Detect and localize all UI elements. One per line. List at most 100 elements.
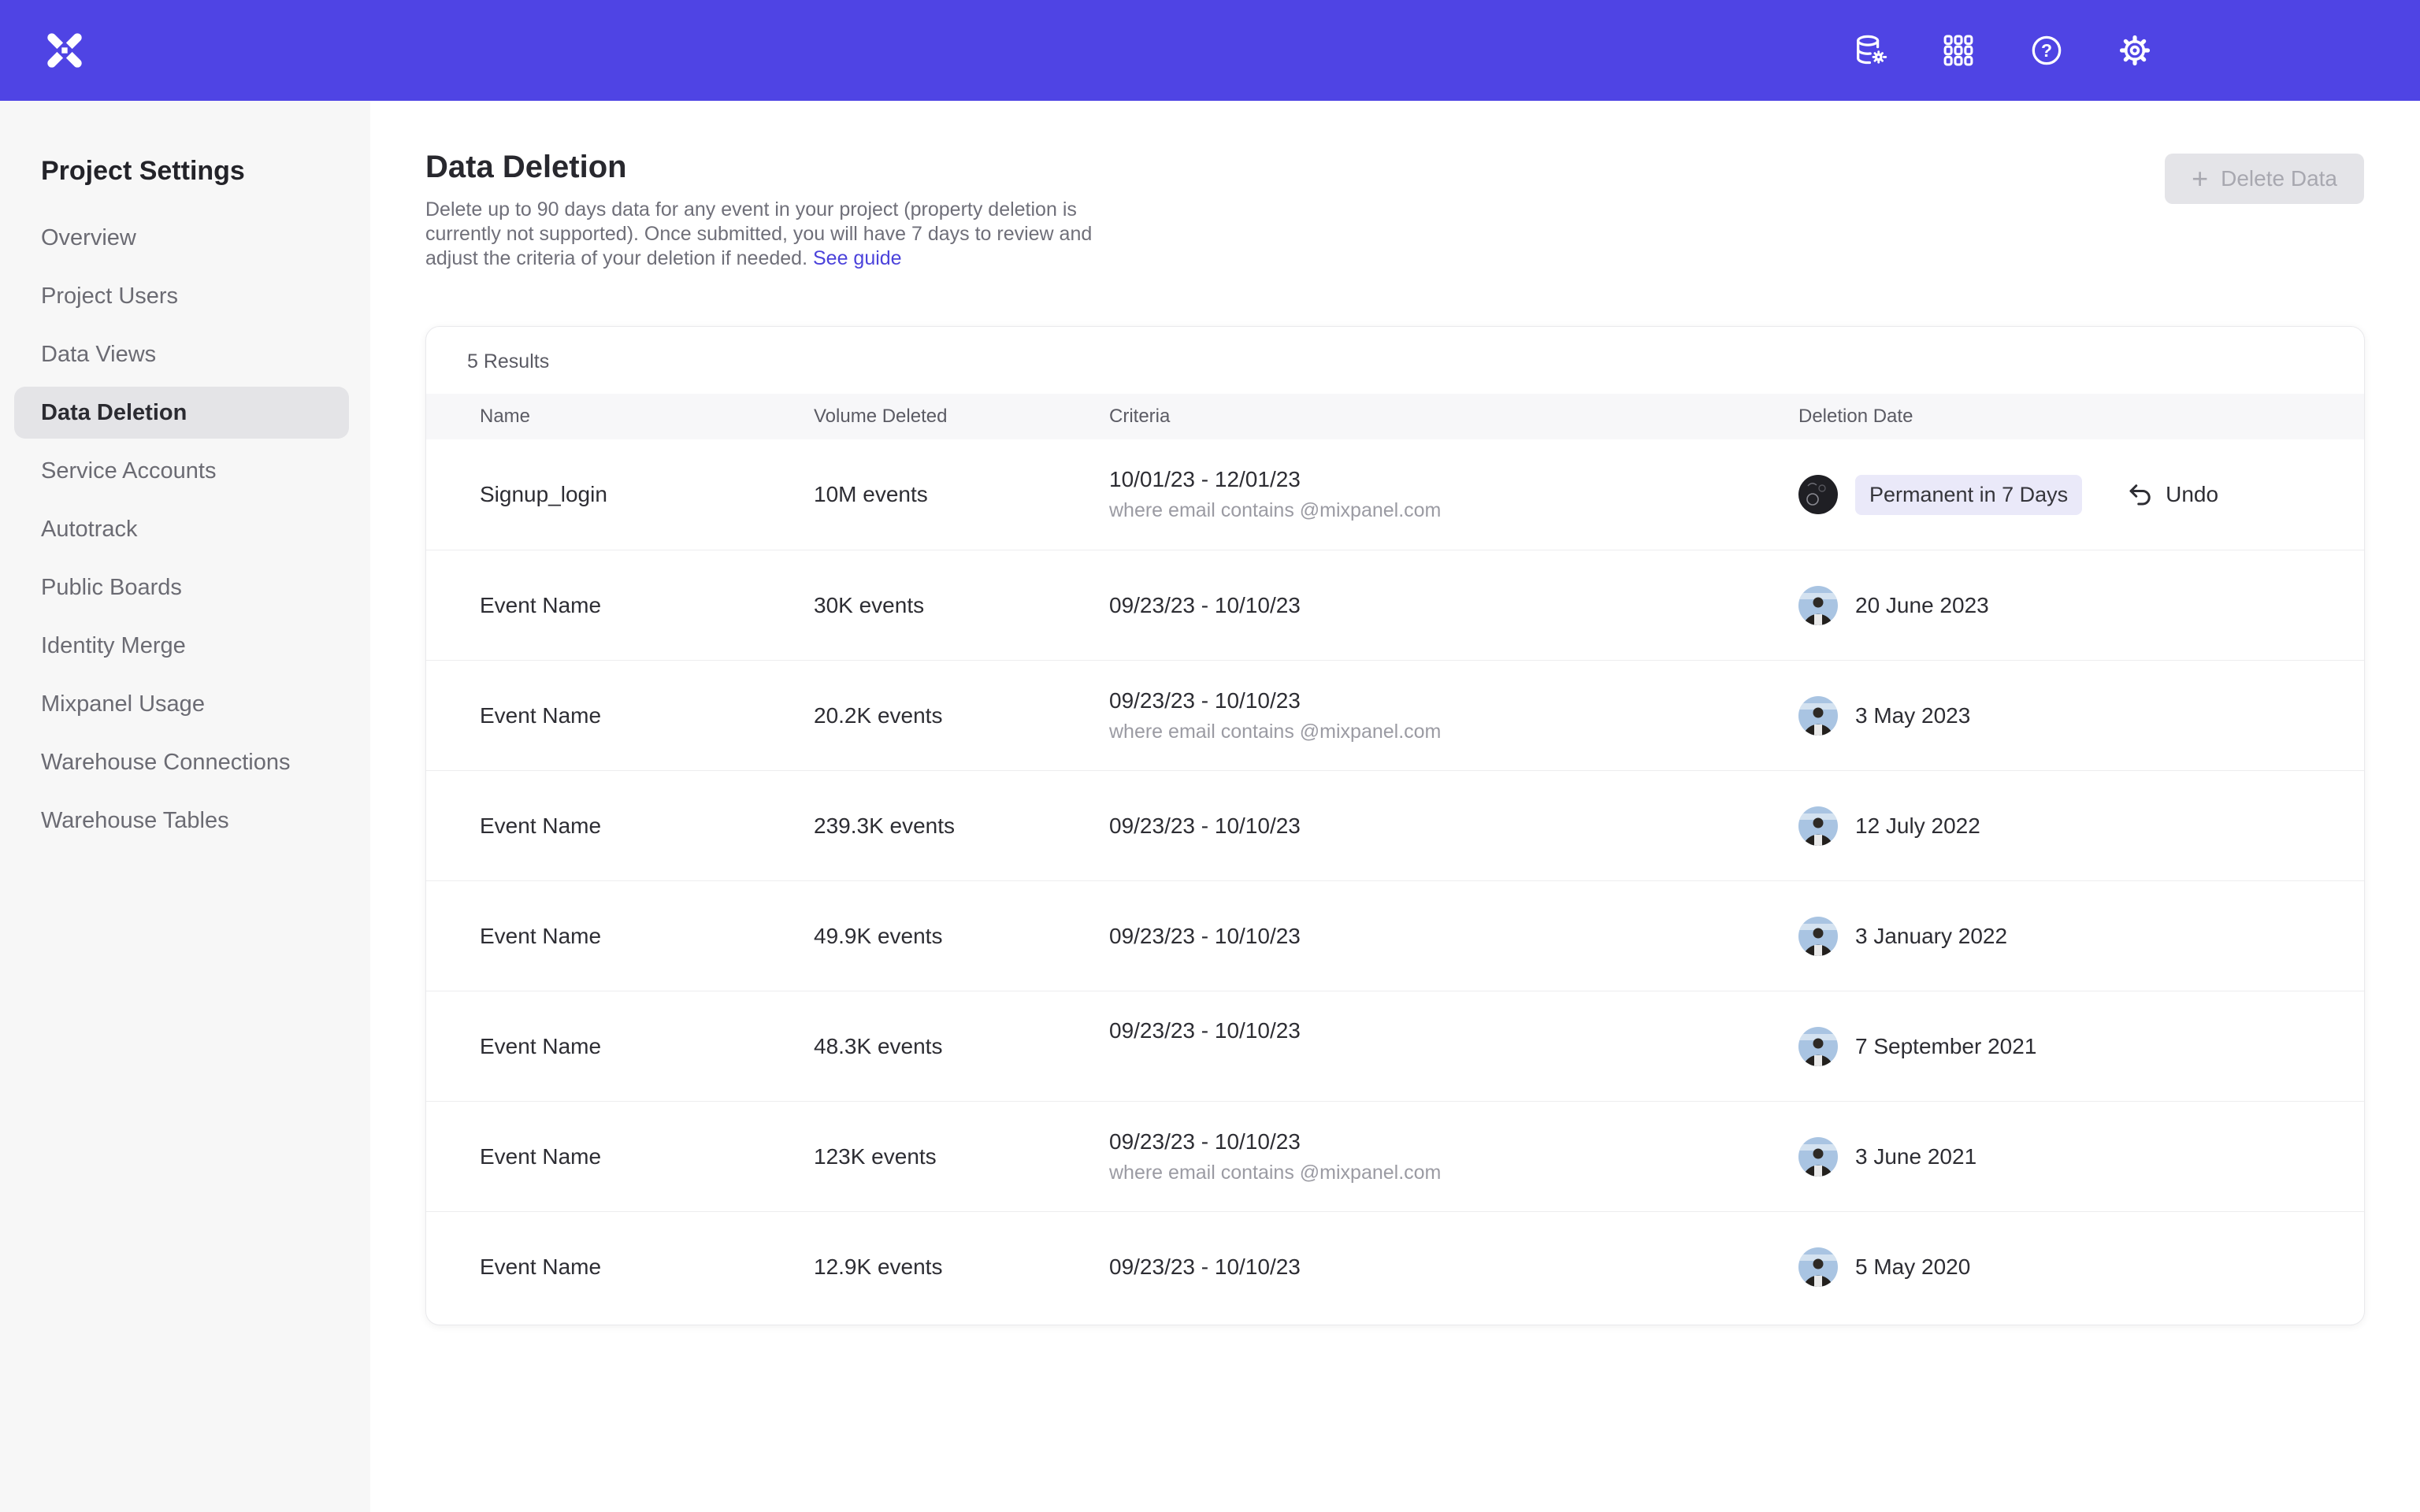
row-criteria-cell: 09/23/23 - 10/10/23 (1109, 813, 1798, 839)
sidebar-nav: Overview Project Users Data Views Data D… (0, 212, 370, 847)
row-criteria-range: 10/01/23 - 12/01/23 (1109, 467, 1798, 492)
row-volume-deleted: 123K events (814, 1144, 1109, 1169)
sidebar-item-data-deletion[interactable]: Data Deletion (14, 387, 349, 439)
deletion-date-text: 12 July 2022 (1855, 813, 1980, 839)
person-photo-avatar (1798, 806, 1838, 846)
row-deletion-date-cell: 3 January 2022 (1798, 917, 2364, 956)
table-header-row: Name Volume Deleted Criteria Deletion Da… (426, 394, 2364, 439)
deletion-date-text: 7 September 2021 (1855, 1034, 2036, 1059)
sidebar: Project Settings Overview Project Users … (0, 101, 370, 1512)
row-criteria-range: 09/23/23 - 10/10/23 (1109, 688, 1798, 713)
row-deletion-date-cell: 5 May 2020 (1798, 1247, 2364, 1287)
row-criteria-range: 09/23/23 - 10/10/23 (1109, 1254, 1798, 1280)
column-header-criteria: Criteria (1109, 406, 1798, 428)
user-avatar (1798, 1137, 1838, 1177)
row-volume-deleted: 20.2K events (814, 703, 1109, 728)
dark-profile-avatar (1798, 475, 1838, 514)
sidebar-item-autotrack[interactable]: Autotrack (14, 503, 349, 555)
row-criteria-cell: 09/23/23 - 10/10/23 where email contains… (1109, 688, 1798, 743)
sidebar-item-mixpanel-usage[interactable]: Mixpanel Usage (14, 678, 349, 730)
row-criteria-range: 09/23/23 - 10/10/23 (1109, 813, 1798, 839)
settings-gear-icon[interactable] (2117, 32, 2153, 69)
row-deletion-date-cell: 3 May 2023 (1798, 696, 2364, 736)
status-badge: Permanent in 7 Days (1855, 475, 2082, 515)
row-criteria-filter: where email contains @mixpanel.com (1109, 721, 1798, 743)
sidebar-item-project-users[interactable]: Project Users (14, 270, 349, 322)
help-icon[interactable]: ? (2028, 32, 2065, 69)
row-criteria-range: 09/23/23 - 10/10/23 (1109, 1018, 1798, 1043)
user-avatar (1798, 696, 1838, 736)
table-row: Event Name 20.2K events 09/23/23 - 10/10… (426, 660, 2364, 770)
data-management-icon[interactable] (1852, 32, 1888, 69)
sidebar-item-service-accounts[interactable]: Service Accounts (14, 445, 349, 497)
sidebar-item-data-views[interactable]: Data Views (14, 328, 349, 380)
row-deletion-date-cell: Permanent in 7 Days Undo (1798, 475, 2364, 515)
row-volume-deleted: 48.3K events (814, 1034, 1109, 1059)
row-event-name: Event Name (426, 1144, 814, 1169)
user-avatar (1798, 475, 1838, 514)
row-criteria-cell: 09/23/23 - 10/10/23 (1109, 593, 1798, 618)
row-deletion-date-cell: 20 June 2023 (1798, 586, 2364, 625)
delete-data-button[interactable]: + Delete Data (2165, 154, 2364, 204)
user-avatar (1798, 1027, 1838, 1066)
undo-label: Undo (2166, 482, 2218, 507)
sidebar-item-overview[interactable]: Overview (14, 212, 349, 264)
sidebar-item-warehouse-connections[interactable]: Warehouse Connections (14, 736, 349, 788)
row-event-name: Event Name (426, 1254, 814, 1280)
deletion-table-card: 5 Results Name Volume Deleted Criteria D… (425, 326, 2365, 1325)
person-photo-avatar (1798, 696, 1838, 736)
person-photo-avatar (1798, 1027, 1838, 1066)
user-avatar (1798, 806, 1838, 846)
see-guide-link[interactable]: See guide (813, 247, 902, 269)
page-description: Delete up to 90 days data for any event … (425, 198, 1134, 271)
row-criteria-cell: 09/23/23 - 10/10/23 where email contains… (1109, 1129, 1798, 1184)
row-event-name: Event Name (426, 703, 814, 728)
row-criteria-range: 09/23/23 - 10/10/23 (1109, 924, 1798, 949)
row-criteria-cell: 09/23/23 - 10/10/23 (1109, 924, 1798, 949)
table-row: Event Name 48.3K events 09/23/23 - 10/10… (426, 991, 2364, 1101)
row-criteria-cell: 10/01/23 - 12/01/23 where email contains… (1109, 467, 1798, 522)
results-count: 5 Results (426, 327, 2364, 394)
person-photo-avatar (1798, 586, 1838, 625)
table-row: Event Name 239.3K events 09/23/23 - 10/1… (426, 770, 2364, 880)
row-volume-deleted: 239.3K events (814, 813, 1109, 839)
deletion-date-text: 3 May 2023 (1855, 703, 1970, 728)
row-criteria-filter: where email contains @mixpanel.com (1109, 1162, 1798, 1184)
sidebar-item-public-boards[interactable]: Public Boards (14, 561, 349, 613)
mixpanel-logo[interactable] (44, 30, 85, 71)
row-event-name: Event Name (426, 924, 814, 949)
deletion-date-text: 5 May 2020 (1855, 1254, 1970, 1280)
sidebar-item-warehouse-tables[interactable]: Warehouse Tables (14, 795, 349, 847)
row-deletion-date-cell: 12 July 2022 (1798, 806, 2364, 846)
table-row: Event Name 49.9K events 09/23/23 - 10/10… (426, 880, 2364, 991)
row-event-name: Signup_login (426, 482, 814, 507)
deletion-date-text: 20 June 2023 (1855, 593, 1989, 618)
user-avatar (1798, 586, 1838, 625)
column-header-volume: Volume Deleted (814, 406, 1109, 428)
undo-icon (2126, 480, 2155, 509)
row-event-name: Event Name (426, 813, 814, 839)
table-row: Event Name 12.9K events 09/23/23 - 10/10… (426, 1211, 2364, 1321)
apps-grid-icon[interactable] (1940, 32, 1976, 69)
user-avatar (1798, 1247, 1838, 1287)
page-title: Data Deletion (425, 150, 2420, 185)
table-row: Signup_login 10M events 10/01/23 - 12/01… (426, 439, 2364, 550)
main-content: Data Deletion Delete up to 90 days data … (370, 101, 2420, 1512)
plus-icon: + (2192, 165, 2208, 193)
table-row: Event Name 123K events 09/23/23 - 10/10/… (426, 1101, 2364, 1211)
undo-button[interactable]: Undo (2126, 480, 2218, 509)
delete-data-label: Delete Data (2221, 166, 2337, 191)
row-deletion-date-cell: 7 September 2021 (1798, 1027, 2364, 1066)
topbar-icon-group: ? (1852, 32, 2153, 69)
table-body: Signup_login 10M events 10/01/23 - 12/01… (426, 439, 2364, 1321)
row-criteria-filter: where email contains @mixpanel.com (1109, 499, 1798, 522)
row-criteria-range: 09/23/23 - 10/10/23 (1109, 593, 1798, 618)
person-photo-avatar (1798, 1137, 1838, 1177)
row-event-name: Event Name (426, 1034, 814, 1059)
person-photo-avatar (1798, 1247, 1838, 1287)
row-deletion-date-cell: 3 June 2021 (1798, 1137, 2364, 1177)
row-criteria-cell: 09/23/23 - 10/10/23 (1109, 1254, 1798, 1280)
row-volume-deleted: 12.9K events (814, 1254, 1109, 1280)
row-volume-deleted: 49.9K events (814, 924, 1109, 949)
sidebar-item-identity-merge[interactable]: Identity Merge (14, 620, 349, 672)
